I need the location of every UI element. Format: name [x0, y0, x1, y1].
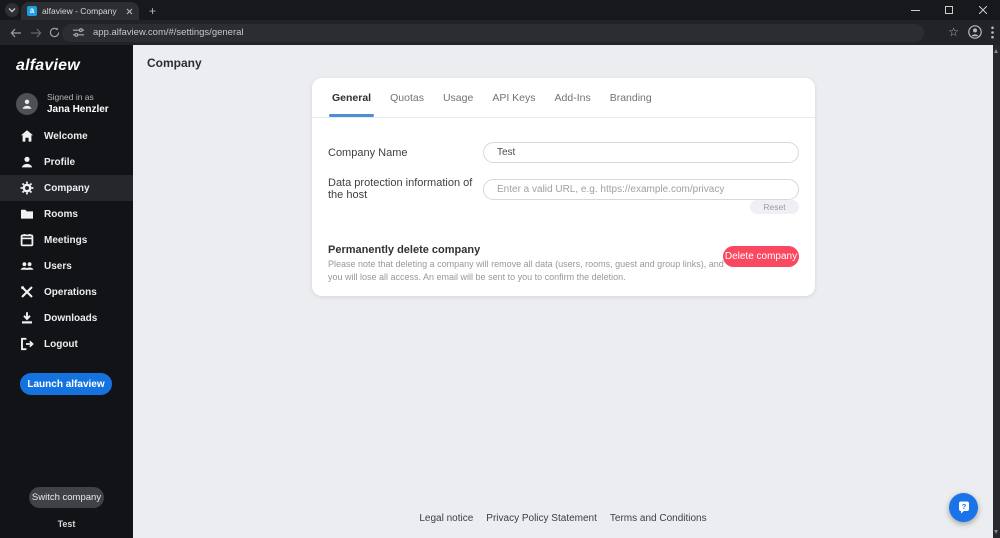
svg-text:?: ?	[961, 502, 966, 511]
logout-icon	[21, 337, 34, 351]
back-button[interactable]	[7, 24, 24, 41]
sidebar-item-label: Logout	[44, 338, 78, 350]
tools-crossed-icon	[21, 286, 33, 298]
site-settings-icon[interactable]	[72, 26, 85, 39]
sidebar-item-operations[interactable]: Operations	[0, 279, 133, 305]
privacy-url-row: Data protection information of the host	[328, 177, 799, 201]
tab-usage[interactable]: Usage	[443, 78, 473, 117]
bookmark-star-icon[interactable]: ☆	[948, 25, 959, 39]
sidebar-item-label: Welcome	[44, 130, 88, 142]
sidebar-item-label: Company	[44, 182, 90, 194]
signed-in-as-label: Signed in as	[47, 92, 94, 102]
scroll-down-arrow-icon[interactable]	[994, 530, 998, 534]
sidebar-item-users[interactable]: Users	[0, 253, 133, 279]
delete-section-title: Permanently delete company	[328, 244, 481, 256]
help-fab-button[interactable]: ?	[949, 493, 978, 522]
users-group-icon	[20, 262, 34, 270]
delete-section-description: Please note that deleting a company will…	[328, 259, 724, 282]
toolbar-right: ☆	[948, 23, 994, 41]
sidebar-item-label: Operations	[44, 286, 97, 298]
tab-general[interactable]: General	[328, 78, 375, 117]
app-window: alfaview Signed in as Jana Henzler Welco…	[0, 45, 1000, 538]
sidebar: alfaview Signed in as Jana Henzler Welco…	[0, 45, 133, 538]
new-tab-button[interactable]: +	[146, 4, 159, 18]
sidebar-item-rooms[interactable]: Rooms	[0, 201, 133, 227]
privacy-url-label: Data protection information of the host	[328, 177, 473, 201]
page-title: Company	[147, 56, 202, 70]
settings-card: General Quotas Usage API Keys Add-Ins Br…	[312, 78, 815, 296]
sidebar-item-company[interactable]: Company	[0, 175, 133, 201]
tab-close-icon[interactable]	[126, 8, 133, 15]
tab-search-button[interactable]	[5, 3, 19, 17]
url-text: app.alfaview.com/#/settings/general	[93, 27, 244, 38]
sidebar-nav: Welcome Profile Company Rooms Meetings U…	[0, 123, 133, 357]
forward-button[interactable]	[27, 24, 44, 41]
sidebar-item-label: Users	[44, 260, 72, 272]
sidebar-item-downloads[interactable]: Downloads	[0, 305, 133, 331]
sidebar-item-label: Meetings	[44, 234, 88, 246]
person-icon	[21, 156, 33, 168]
company-name-label: Company Name	[328, 146, 408, 159]
gear-icon	[20, 181, 34, 195]
folder-icon	[21, 209, 33, 219]
sidebar-item-profile[interactable]: Profile	[0, 149, 133, 175]
page-scrollbar[interactable]	[993, 45, 1000, 538]
reset-button[interactable]: Reset	[750, 200, 799, 214]
current-company-label: Test	[57, 519, 76, 529]
privacy-url-input[interactable]	[483, 178, 799, 200]
legal-notice-link[interactable]: Legal notice	[419, 513, 473, 524]
tab-quotas[interactable]: Quotas	[390, 78, 424, 117]
sidebar-item-label: Rooms	[44, 208, 78, 220]
company-name-input[interactable]	[483, 142, 799, 163]
window-controls	[898, 0, 1000, 20]
scroll-up-arrow-icon[interactable]	[994, 49, 998, 53]
switch-company-button[interactable]: Switch company	[29, 487, 104, 508]
minimize-button[interactable]	[898, 0, 932, 20]
alfaview-logo: alfaview	[16, 57, 80, 74]
tab-add-ins[interactable]: Add-Ins	[555, 78, 591, 117]
profile-avatar-icon[interactable]	[968, 25, 982, 39]
delete-company-button[interactable]: Delete company	[723, 246, 799, 267]
browser-toolbar: app.alfaview.com/#/settings/general ☆	[0, 20, 1000, 45]
tab-api-keys[interactable]: API Keys	[492, 78, 535, 117]
browser-tabstrip: a alfaview - Company +	[0, 0, 1000, 20]
user-avatar	[16, 92, 38, 115]
sidebar-item-logout[interactable]: Logout	[0, 331, 133, 357]
close-button[interactable]	[966, 0, 1000, 20]
home-icon	[21, 130, 33, 142]
sidebar-item-welcome[interactable]: Welcome	[0, 123, 133, 149]
tab-title: alfaview - Company	[42, 6, 117, 16]
maximize-button[interactable]	[932, 0, 966, 20]
chevron-down-icon	[8, 8, 16, 13]
launch-alfaview-button[interactable]: Launch alfaview	[20, 373, 112, 395]
help-chat-icon: ?	[958, 501, 969, 514]
calendar-icon	[20, 234, 34, 247]
main-content: Company General Quotas Usage API Keys Ad…	[133, 45, 993, 538]
alfaview-favicon: a	[27, 6, 37, 16]
company-name-row: Company Name	[328, 142, 799, 163]
sidebar-item-label: Profile	[44, 156, 76, 168]
terms-conditions-link[interactable]: Terms and Conditions	[610, 513, 707, 524]
person-icon	[22, 99, 32, 109]
tab-branding[interactable]: Branding	[610, 78, 652, 117]
footer-links: Legal notice Privacy Policy Statement Te…	[133, 513, 993, 524]
user-name: Jana Henzler	[47, 104, 109, 115]
menu-kebab-icon[interactable]	[991, 26, 994, 39]
privacy-policy-link[interactable]: Privacy Policy Statement	[486, 513, 597, 524]
sidebar-item-meetings[interactable]: Meetings	[0, 227, 133, 253]
browser-tab[interactable]: a alfaview - Company	[21, 2, 139, 20]
sidebar-item-label: Downloads	[44, 312, 98, 324]
address-bar[interactable]: app.alfaview.com/#/settings/general	[62, 23, 924, 42]
download-icon	[22, 312, 32, 324]
reload-button[interactable]	[46, 24, 63, 41]
account-info: Signed in as Jana Henzler	[16, 92, 109, 115]
settings-tabs: General Quotas Usage API Keys Add-Ins Br…	[312, 78, 815, 118]
